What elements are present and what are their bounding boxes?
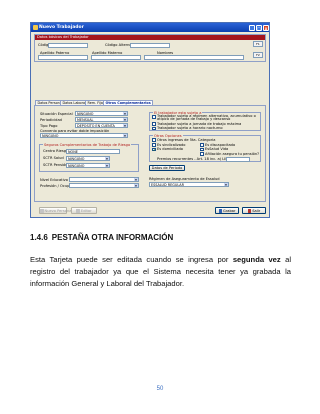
exit-icon: [247, 209, 252, 213]
body-paragraph: Esta Tarjeta puede ser editada cuando se…: [30, 254, 291, 290]
sujeto-option-1-checkbox[interactable]: [152, 115, 156, 119]
tipo-pago-label: Tipo Pago: [40, 124, 58, 128]
sindicalizado-label: Es sindicalizado: [157, 142, 186, 147]
otros-ingresos-label: Otros ingresos de 5ta. Categoria: [157, 137, 216, 142]
nivel-educativo-select[interactable]: [69, 177, 139, 182]
sujeto-option-2-label: Trabajador sujeto a jornada de trabajo m…: [157, 121, 242, 126]
afiliacion-label: Afiliación asegura tu pensión?: [205, 151, 260, 156]
new-icon: [40, 209, 44, 213]
nuevo-trabajador-window: Nuevo Trabajador _ □ x Datos básicos del…: [30, 22, 270, 218]
centro-riesgo-label: Centro Riesgo: [43, 149, 69, 153]
sctr-salud-select[interactable]: NINGUNO: [66, 156, 110, 161]
section-title: PESTAÑA OTRA INFORMACIÓN: [51, 233, 174, 242]
codigo-alterno-label: Código Alterno: [105, 43, 132, 47]
nuevo-personal-button[interactable]: Nuevo Personal: [39, 207, 72, 214]
sctr-salud-label: SCTR Salud: [43, 156, 64, 160]
app-icon: [33, 25, 38, 30]
regimen-label: Régimen de Aseguramiento de Essalud: [149, 177, 220, 181]
nivel-educativo-label: Nivel Educativo: [40, 178, 68, 182]
datos-de-periodo-button[interactable]: Datos de Periodo: [149, 165, 185, 171]
apellido-paterno-field[interactable]: [38, 55, 88, 60]
premios-field[interactable]: [226, 156, 250, 162]
side-button-2[interactable]: F2: [253, 52, 263, 58]
sujeto-option-3-checkbox[interactable]: [152, 126, 156, 130]
otras-opciones-group: Otras Opciones Otros ingresos de 5ta. Ca…: [149, 133, 261, 162]
sindicalizado-checkbox[interactable]: [152, 143, 156, 147]
paragraph-before: Esta Tarjeta puede ser editada cuando se…: [30, 255, 233, 264]
close-button[interactable]: x: [263, 24, 269, 31]
codigo-field[interactable]: [48, 43, 88, 48]
side-button-1[interactable]: F1: [253, 41, 263, 47]
otra-informacion-panel: Situación Especial NINGUNO Periodicidad …: [34, 105, 266, 202]
codigo-alterno-field[interactable]: [130, 43, 170, 48]
edit-icon: [76, 209, 80, 213]
maximize-button[interactable]: □: [256, 24, 262, 31]
save-icon: [218, 209, 223, 213]
profesion-select[interactable]: [69, 183, 139, 188]
grabar-label: Grabar: [223, 209, 236, 213]
datos-basicos-group: Datos básicos del Trabajador Código Códi…: [34, 34, 266, 62]
situacion-especial-label: Situación Especial: [40, 112, 73, 116]
salir-label: Salir: [252, 209, 261, 213]
discapacitado-checkbox[interactable]: [200, 143, 204, 147]
window-titlebar: Nuevo Trabajador _ □ x: [31, 23, 269, 32]
afiliacion-checkbox[interactable]: [200, 152, 204, 156]
centro-riesgo-field[interactable]: NONE: [66, 149, 120, 154]
section-number: 1.4.6: [30, 233, 48, 242]
premios-label: Premios recurrentes - Art. 18 inc. a) LI…: [157, 157, 228, 161]
nuevo-personal-label: Nuevo Personal: [44, 209, 73, 213]
tipo-pago-select[interactable]: DEPOSITO EN CUENTA: [75, 123, 128, 128]
seguros-title: Seguros Complementarios de Trabajo de Ri…: [43, 142, 132, 147]
sujeto-option-3-label: Trabajador sujeto a horario nocturno: [157, 126, 223, 130]
editar-button[interactable]: Editar: [71, 207, 97, 214]
section-heading: 1.4.6 PESTAÑA OTRA INFORMACIÓN: [30, 233, 173, 242]
otros-ingresos-checkbox[interactable]: [152, 138, 156, 142]
sctr-pension-label: SCTR Pensión: [43, 163, 68, 167]
window-title: Nuevo Trabajador: [39, 25, 84, 30]
regimen-select[interactable]: ESSALUD REGULAR: [149, 182, 229, 187]
seguros-group: Seguros Complementarios de Trabajo de Ri…: [39, 142, 139, 172]
domiciliado-checkbox[interactable]: ✔: [152, 147, 156, 151]
apellido-materno-field[interactable]: [91, 55, 141, 60]
periodicidad-label: Periodicidad: [40, 118, 62, 122]
essalud-vida-label: EsSalud Vida: [205, 147, 229, 151]
sujeto-group: El trabajador esta sujeto a Trabajador s…: [149, 110, 261, 131]
periodicidad-select[interactable]: MENSUAL: [75, 117, 128, 122]
datos-de-periodo-label: Datos de Periodo: [151, 166, 183, 170]
convenio-select[interactable]: NINGUNO: [40, 133, 128, 138]
sctr-pension-select[interactable]: NINGUNO: [66, 163, 110, 168]
domiciliado-label: Es domiciliado: [157, 147, 183, 151]
sujeto-option-2-checkbox[interactable]: [152, 122, 156, 126]
datos-basicos-title: Datos básicos del Trabajador: [35, 35, 265, 40]
essalud-vida-checkbox[interactable]: [200, 147, 204, 151]
nombres-field[interactable]: [144, 55, 244, 60]
salir-button[interactable]: Salir: [242, 207, 266, 214]
editar-label: Editar: [80, 209, 92, 213]
minimize-button[interactable]: _: [249, 24, 255, 31]
page-number: 50: [156, 386, 164, 392]
paragraph-bold: segunda vez: [232, 255, 281, 264]
discapacitado-label: Es discapacitado: [205, 142, 236, 147]
situacion-especial-select[interactable]: NINGUNO: [75, 111, 128, 116]
grabar-button[interactable]: Grabar: [215, 207, 239, 214]
